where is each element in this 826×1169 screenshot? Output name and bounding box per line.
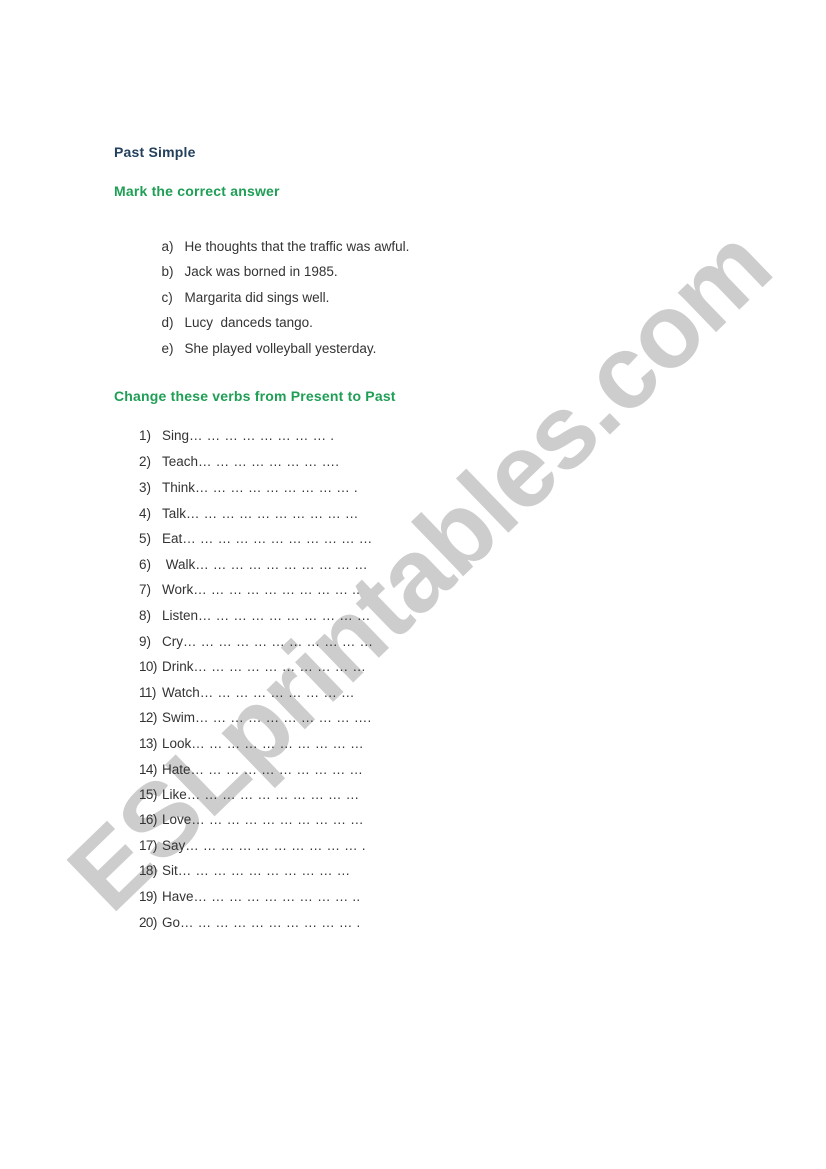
verb-text: Hate xyxy=(162,762,191,777)
verb-text: Cry xyxy=(162,634,183,649)
verb-text: Listen xyxy=(162,608,199,623)
verb-text: Have xyxy=(162,889,194,904)
answer-blank[interactable]: … … … … … … … … … … … xyxy=(183,634,373,649)
verb-number: 18) xyxy=(139,863,157,878)
answer-blank[interactable]: … … … … … … … … … … … xyxy=(182,531,372,546)
verb-number: 20) xyxy=(139,915,157,930)
verb-item[interactable]: 11) Watch… … … … … … … … … xyxy=(139,685,355,701)
answer-blank[interactable]: … … … … … … … …. xyxy=(198,454,339,469)
verb-item[interactable]: 7) Work… … … … … … … … … .. xyxy=(139,582,360,598)
answer-blank[interactable]: … … … … … … … … … … xyxy=(191,736,364,751)
verb-text: Swim xyxy=(162,710,195,725)
verb-number: 8) xyxy=(139,608,152,623)
answer-blank[interactable]: … … … … … … … … … … xyxy=(195,557,368,572)
verb-item[interactable]: 17) Say… … … … … … … … … … . xyxy=(139,838,366,854)
verb-item[interactable]: 16) Love… … … … … … … … … … xyxy=(139,812,364,828)
verb-text: Say xyxy=(162,838,186,853)
verb-item[interactable]: 13) Look… … … … … … … … … … xyxy=(139,736,364,752)
answer-blank[interactable]: … … … … … … … … … .. xyxy=(193,582,360,597)
verb-number: 13) xyxy=(139,736,157,751)
verb-item[interactable]: 9) Cry… … … … … … … … … … … xyxy=(139,634,373,650)
verb-text: Like xyxy=(162,787,187,802)
verb-text: Teach xyxy=(162,454,199,469)
verb-number: 7) xyxy=(139,582,152,597)
answer-blank[interactable]: … … … … … … … … … xyxy=(200,685,355,700)
answer-blank[interactable]: … … … … … … … … … … xyxy=(178,863,351,878)
verb-text: Watch xyxy=(162,685,200,700)
verb-number: 2) xyxy=(139,454,152,469)
verb-text: Go xyxy=(162,915,181,930)
section-heading-change-verbs: Change these verbs from Present to Past xyxy=(114,388,396,404)
answer-option-e[interactable]: e) She played volleyball yesterday. xyxy=(139,325,377,373)
verb-text: Look xyxy=(162,736,192,751)
verb-item[interactable]: 12) Swim… … … … … … … … … …. xyxy=(139,710,372,726)
verb-text: Love xyxy=(162,812,192,827)
verb-number: 10) xyxy=(139,659,157,674)
answer-blank[interactable]: … … … … … … … … … … xyxy=(186,506,359,521)
verb-number: 5) xyxy=(139,531,152,546)
verb-item[interactable]: 19) Have… … … … … … … … … .. xyxy=(139,889,360,905)
answer-blank[interactable]: … … … … … … … … … … . xyxy=(185,838,365,853)
answer-blank[interactable]: … … … … … … … … … …. xyxy=(195,710,372,725)
verb-number: 9) xyxy=(139,634,152,649)
verb-text: Sing xyxy=(162,428,190,443)
answer-blank[interactable]: … … … … … … … … … … xyxy=(187,787,360,802)
verb-item[interactable]: 4) Talk… … … … … … … … … … xyxy=(139,506,359,522)
verb-item[interactable]: 1) Sing… … … … … … … … . xyxy=(139,428,334,444)
verb-number: 12) xyxy=(139,710,157,725)
verb-item[interactable]: 20) Go… … … … … … … … … … . xyxy=(139,915,360,931)
verb-number: 19) xyxy=(139,889,157,904)
answer-blank[interactable]: … … … … … … … … … … xyxy=(194,659,367,674)
verb-item[interactable]: 3) Think… … … … … … … … … . xyxy=(139,480,358,496)
answer-blank[interactable]: … … … … … … … … . xyxy=(189,428,334,443)
verb-number: 17) xyxy=(139,838,157,853)
answer-blank[interactable]: … … … … … … … … … .. xyxy=(194,889,361,904)
verb-text: Work xyxy=(162,582,194,597)
verb-item[interactable]: 6) Walk… … … … … … … … … … xyxy=(139,557,368,573)
verb-text: Sit xyxy=(162,863,178,878)
verb-number: 6) xyxy=(139,557,152,572)
answer-blank[interactable]: … … … … … … … … … … xyxy=(191,762,364,777)
answer-blank[interactable]: … … … … … … … … … … xyxy=(198,608,371,623)
verb-item[interactable]: 8) Listen… … … … … … … … … … xyxy=(139,608,371,624)
option-text: She played volleyball yesterday. xyxy=(184,341,377,356)
verb-item[interactable]: 18) Sit… … … … … … … … … … xyxy=(139,863,350,879)
verb-number: 15) xyxy=(139,787,157,802)
section-heading-mark-answer: Mark the correct answer xyxy=(114,183,280,199)
answer-blank[interactable]: … … … … … … … … … … . xyxy=(180,915,360,930)
verb-text: Eat xyxy=(162,531,183,546)
answer-blank[interactable]: … … … … … … … … … . xyxy=(195,480,358,495)
worksheet-page: ESLprintables.com Past Simple Mark the c… xyxy=(0,0,826,1169)
verb-item[interactable]: 2) Teach… … … … … … … …. xyxy=(139,454,339,470)
verb-item[interactable]: 10) Drink… … … … … … … … … … xyxy=(139,659,366,675)
verb-item[interactable]: 15) Like… … … … … … … … … … xyxy=(139,787,359,803)
option-marker: e) xyxy=(161,341,174,356)
answer-blank[interactable]: … … … … … … … … … … xyxy=(191,812,364,827)
verb-number: 16) xyxy=(139,812,157,827)
verb-text: Drink xyxy=(162,659,194,674)
verb-text: Think xyxy=(162,480,196,495)
verb-text: Talk xyxy=(162,506,187,521)
verb-item[interactable]: 5) Eat… … … … … … … … … … … xyxy=(139,531,372,547)
verb-number: 14) xyxy=(139,762,157,777)
verb-number: 1) xyxy=(139,428,152,443)
verb-item[interactable]: 14) Hate… … … … … … … … … … xyxy=(139,762,363,778)
verb-number: 11) xyxy=(139,685,156,700)
verb-text: Walk xyxy=(162,557,196,572)
verb-number: 3) xyxy=(139,480,152,495)
page-title: Past Simple xyxy=(114,144,196,160)
verb-number: 4) xyxy=(139,506,152,521)
